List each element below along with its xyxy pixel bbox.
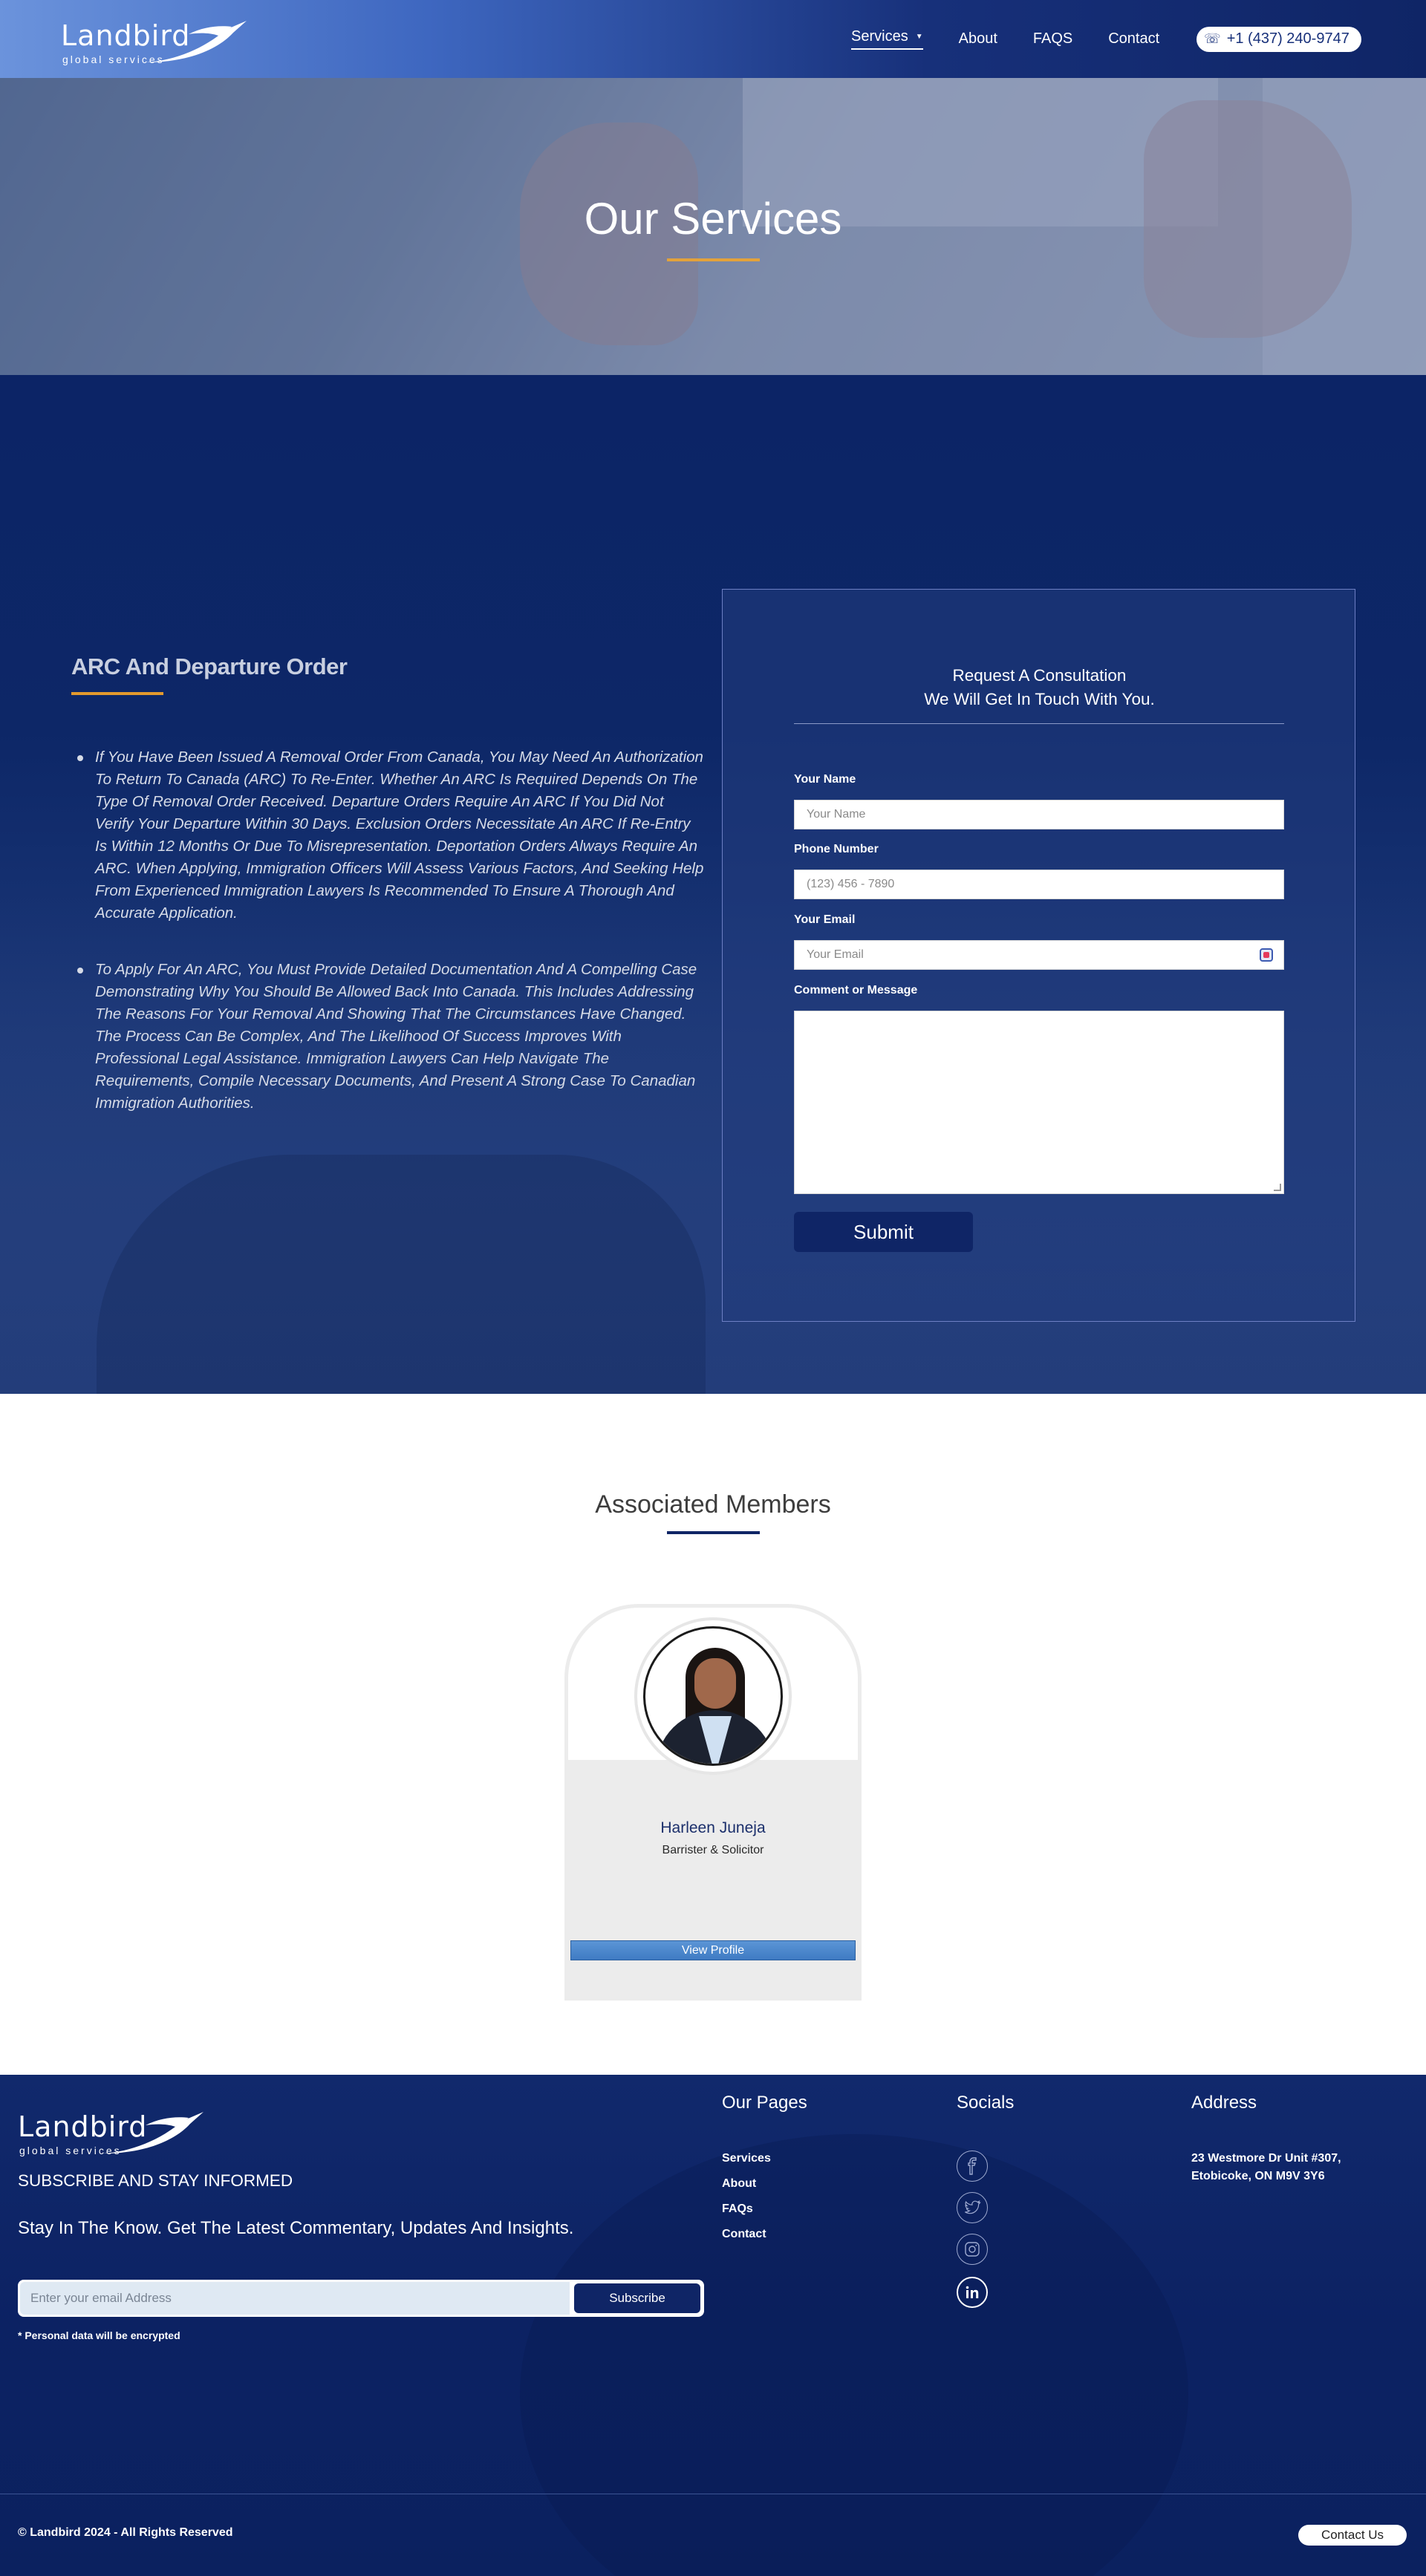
name-label: Your Name <box>794 773 856 786</box>
address-heading: Address <box>1191 2093 1257 2113</box>
facebook-icon[interactable] <box>957 2151 988 2182</box>
phone-button[interactable]: ☏ +1 (437) 240-9747 <box>1197 26 1361 52</box>
subscribe-title: SUBSCRIBE AND STAY INFORMED <box>18 2171 293 2190</box>
submit-button[interactable]: Submit <box>794 1212 973 1252</box>
view-profile-button[interactable]: View Profile <box>570 1940 856 1960</box>
nav-services-label: Services <box>851 28 908 45</box>
twitter-icon[interactable] <box>957 2192 988 2223</box>
form-title-line2: We Will Get In Touch With You. <box>924 690 1155 708</box>
member-card-body <box>564 1760 862 2001</box>
site-header: Landbird global services Services ▼ About… <box>0 0 1426 78</box>
service-bg-hand <box>97 1155 706 1394</box>
service-heading: ARC And Departure Order <box>71 653 348 679</box>
consultation-form: Request A Consultation We Will Get In To… <box>722 589 1355 1322</box>
site-footer: Landbird global services SUBSCRIBE AND S… <box>0 2075 1426 2576</box>
nav-contact[interactable]: Contact <box>1108 30 1159 48</box>
footer-bg-shape <box>520 2134 1188 2576</box>
avatar-photo <box>643 1626 783 1766</box>
avatar <box>634 1617 792 1775</box>
footer-link-faqs[interactable]: FAQs <box>722 2202 753 2216</box>
our-pages-heading: Our Pages <box>722 2093 807 2113</box>
avatar-face <box>694 1658 736 1709</box>
form-title-line1: Request A Consultation <box>952 666 1127 685</box>
contact-us-button[interactable]: Contact Us <box>1298 2525 1407 2546</box>
footer-link-about[interactable]: About <box>722 2177 756 2191</box>
address-line1: 23 Westmore Dr Unit #307, <box>1191 2152 1341 2165</box>
socials-heading: Socials <box>957 2093 1015 2113</box>
hero-banner: Our Services <box>0 78 1426 375</box>
main-nav: Services ▼ About FAQS Contact ☏ +1 (437) … <box>815 0 1361 78</box>
email-label: Your Email <box>794 913 856 926</box>
subscribe-email-input[interactable]: Enter your email Address <box>20 2282 570 2315</box>
footer-link-services[interactable]: Services <box>722 2152 771 2165</box>
members-heading: Associated Members <box>595 1490 831 1519</box>
email-input[interactable]: Your Email <box>794 940 1284 970</box>
service-section: ARC And Departure Order If You Have Been… <box>0 375 1426 1394</box>
copyright: © Landbird 2024 - All Rights Reserved <box>18 2526 233 2539</box>
message-label: Comment or Message <box>794 984 918 997</box>
bird-logo-icon <box>146 21 247 62</box>
autofill-extension-icon[interactable] <box>1260 948 1273 962</box>
address-line2: Etobicoke, ON M9V 3Y6 <box>1191 2170 1325 2182</box>
encryption-note: * Personal data will be encrypted <box>18 2329 180 2341</box>
email-placeholder: Your Email <box>807 948 864 961</box>
form-title: Request A Consultation We Will Get In To… <box>723 664 1356 711</box>
service-description-list: If You Have Been Issued A Removal Order … <box>77 746 706 1115</box>
header-logo[interactable]: Landbird global services <box>61 19 247 68</box>
name-input[interactable]: Your Name <box>794 800 1284 829</box>
nav-services[interactable]: Services ▼ <box>851 28 923 50</box>
linkedin-icon[interactable] <box>957 2277 988 2308</box>
subscribe-button[interactable]: Subscribe <box>574 2283 700 2313</box>
members-section: Associated Members Harleen Juneja Barris… <box>0 1394 1426 2075</box>
footer-link-contact[interactable]: Contact <box>722 2228 766 2241</box>
phone-icon: ☏ <box>1204 31 1221 46</box>
member-role: Barrister & Solicitor <box>662 1844 764 1856</box>
instagram-icon[interactable] <box>957 2234 988 2265</box>
title-underline <box>667 258 760 261</box>
members-heading-underline <box>667 1531 760 1534</box>
bird-logo-icon <box>102 2112 204 2153</box>
form-divider <box>794 723 1284 724</box>
page-title: Our Services <box>584 194 842 244</box>
service-paragraph-2: To Apply For An ARC, You Must Provide De… <box>77 959 706 1115</box>
subscribe-text: Stay In The Know. Get The Latest Comment… <box>18 2218 574 2238</box>
address-text: 23 Westmore Dr Unit #307, Etobicoke, ON … <box>1191 2150 1384 2185</box>
footer-logo[interactable]: Landbird global services <box>18 2110 204 2159</box>
service-paragraph-1: If You Have Been Issued A Removal Order … <box>77 746 706 925</box>
nav-faqs[interactable]: FAQS <box>1033 30 1072 48</box>
nav-about[interactable]: About <box>959 30 997 48</box>
phone-number: +1 (437) 240-9747 <box>1226 30 1350 47</box>
phone-label: Phone Number <box>794 843 879 855</box>
message-textarea[interactable] <box>794 1011 1284 1194</box>
member-name: Harleen Juneja <box>660 1819 766 1836</box>
service-heading-underline <box>71 692 163 695</box>
subscribe-form: Enter your email Address Subscribe <box>18 2280 704 2317</box>
phone-input[interactable]: (123) 456 - 7890 <box>794 870 1284 899</box>
chevron-down-icon: ▼ <box>915 33 923 41</box>
member-card: Harleen Juneja Barrister & Solicitor Vie… <box>564 1604 862 2001</box>
